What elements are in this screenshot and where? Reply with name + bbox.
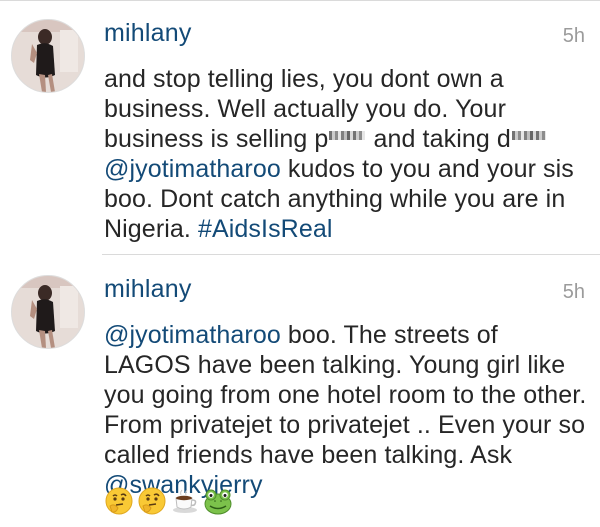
comment-text: @jyotimatharoo boo. The streets of LAGOS… [104,320,590,500]
censored-word [511,131,546,150]
avatar-image [12,276,84,348]
frog-face-icon [203,486,233,516]
comment-text-part: and taking d [366,125,511,153]
comment-username[interactable]: mihlany [104,18,192,48]
mention-link[interactable]: @jyotimatharoo [104,321,281,349]
emoji-row [104,486,233,516]
comment-text: and stop telling lies, you dont own a bu… [104,64,590,244]
comment: mihlany 5h @jyotimatharoo boo. The stree… [0,256,600,527]
thinking-face-icon [104,486,134,516]
avatar[interactable] [11,275,85,349]
avatar-image [12,20,84,92]
comment-timestamp: 5h [562,25,585,47]
comment-timestamp: 5h [562,281,585,303]
comment: mihlany 5h and stop telling lies, you do… [0,0,600,254]
hashtag-link[interactable]: #AidsIsReal [198,215,333,243]
avatar[interactable] [11,19,85,93]
comment-username[interactable]: mihlany [104,274,192,304]
mention-link[interactable]: @jyotimatharoo [104,155,281,183]
censored-word [329,131,366,150]
comments-page: mihlany 5h and stop telling lies, you do… [0,0,600,527]
comment-divider [102,254,600,255]
hot-beverage-icon [170,486,200,516]
thinking-face-icon [137,486,167,516]
